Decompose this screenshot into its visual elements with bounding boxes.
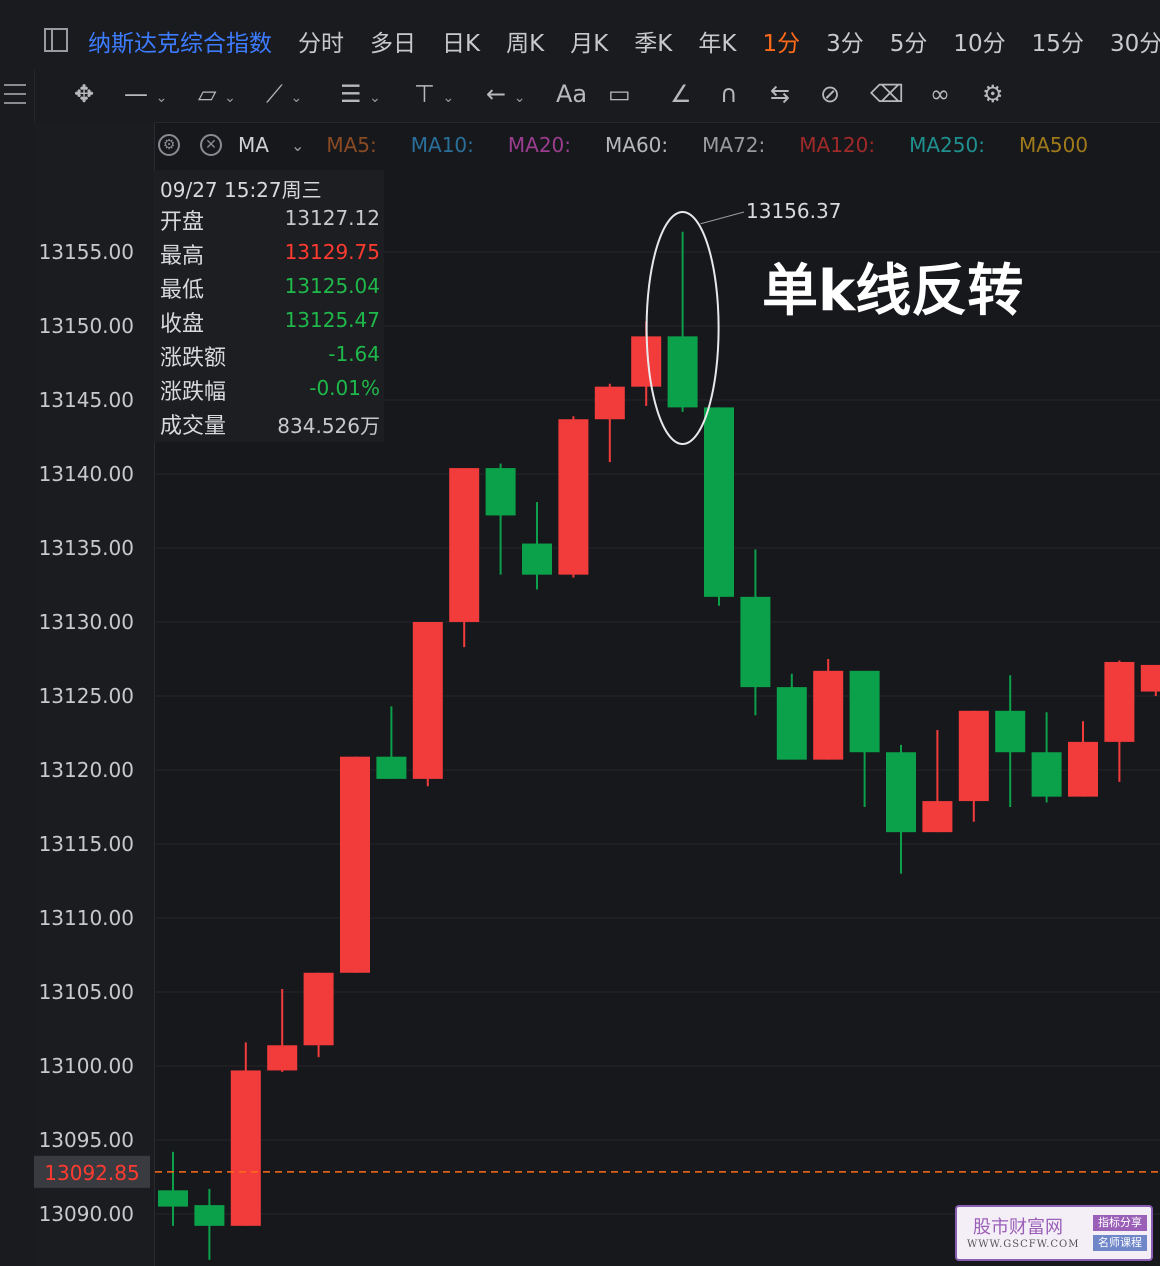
candle-body xyxy=(158,1190,188,1207)
candle-body xyxy=(813,670,844,760)
y-tick-label: 13155.00 xyxy=(39,240,134,264)
candle-body xyxy=(849,670,880,753)
current-price-label: 13092.85 xyxy=(44,1161,139,1185)
candle-body xyxy=(922,801,953,833)
candle-body xyxy=(194,1205,225,1226)
info-key: 最高 xyxy=(160,244,205,269)
candle-body xyxy=(1068,741,1098,797)
watermark-url: WWW.GSCFW.COM xyxy=(967,1239,1080,1250)
candle-body xyxy=(376,756,407,779)
y-tick-label: 13125.00 xyxy=(39,684,134,708)
y-tick-label: 13120.00 xyxy=(39,758,134,782)
watermark-logo: 股市财富网 WWW.GSCFW.COM 指标分享 名师课程 xyxy=(955,1205,1153,1261)
info-key: 成交量 xyxy=(160,414,227,439)
candle-body xyxy=(740,596,771,688)
y-tick-label: 13100.00 xyxy=(39,1054,134,1078)
y-tick-label: 13140.00 xyxy=(39,462,134,486)
candle-body xyxy=(1104,661,1135,742)
candle-body xyxy=(485,468,516,516)
y-tick-label: 13145.00 xyxy=(39,388,134,412)
info-value: 834.526万 xyxy=(277,414,380,438)
info-row: 涨跌幅 -0.01% xyxy=(160,374,380,408)
info-row: 最低 13125.04 xyxy=(160,272,380,306)
info-value: 13125.04 xyxy=(284,274,380,298)
candle-body xyxy=(995,710,1026,753)
watermark-name: 股市财富网 xyxy=(973,1217,1063,1238)
y-tick-label: 13115.00 xyxy=(39,832,134,856)
ohlc-info-panel: 09/27 15:27周三 开盘 13127.12 最高 13129.75 最低 13… xyxy=(154,170,384,442)
candle-body xyxy=(303,972,334,1046)
info-key: 涨跌幅 xyxy=(160,380,227,405)
candle-body xyxy=(1031,752,1062,797)
info-key: 收盘 xyxy=(160,312,205,337)
info-row: 涨跌额 -1.64 xyxy=(160,340,380,374)
y-tick-label: 13110.00 xyxy=(39,906,134,930)
candle-body xyxy=(667,336,698,408)
candle-body xyxy=(522,543,552,575)
candle-body xyxy=(594,386,625,420)
candle-body xyxy=(958,710,989,802)
candle-body xyxy=(558,419,589,575)
peak-leader-line xyxy=(700,211,745,225)
info-value: 13125.47 xyxy=(284,308,380,332)
peak-price-label: 13156.37 xyxy=(746,199,841,223)
y-tick-label: 13090.00 xyxy=(39,1202,134,1226)
candle-body xyxy=(412,622,443,779)
y-tick-label: 13130.00 xyxy=(39,610,134,634)
candle-body xyxy=(704,407,734,597)
info-value: 13127.12 xyxy=(284,206,380,230)
info-row: 成交量 834.526万 xyxy=(160,408,380,442)
info-value: -0.01% xyxy=(309,376,380,400)
candle-body xyxy=(340,756,370,973)
info-row: 最高 13129.75 xyxy=(160,238,380,272)
watermark-tag: 名师课程 xyxy=(1093,1235,1147,1251)
candle-body xyxy=(230,1070,261,1226)
info-key: 涨跌额 xyxy=(160,346,227,371)
info-row: 收盘 13125.47 xyxy=(160,306,380,340)
candle-body xyxy=(1140,664,1160,692)
candle-body xyxy=(776,687,807,760)
info-key: 最低 xyxy=(160,278,205,303)
info-value: -1.64 xyxy=(328,342,380,366)
info-row: 开盘 13127.12 xyxy=(160,204,380,238)
info-key: 开盘 xyxy=(160,210,205,235)
watermark-tag: 指标分享 xyxy=(1093,1215,1147,1231)
candle-body xyxy=(449,468,480,622)
y-tick-label: 13135.00 xyxy=(39,536,134,560)
annotation-text: 单k线反转 xyxy=(762,259,1024,324)
candle-body xyxy=(267,1045,298,1071)
info-datetime: 09/27 15:27周三 xyxy=(160,178,322,202)
candle-body xyxy=(886,752,916,833)
y-tick-label: 13095.00 xyxy=(39,1128,134,1152)
y-tick-label: 13150.00 xyxy=(39,314,134,338)
info-value: 13129.75 xyxy=(284,240,380,264)
y-tick-label: 13105.00 xyxy=(39,980,134,1004)
